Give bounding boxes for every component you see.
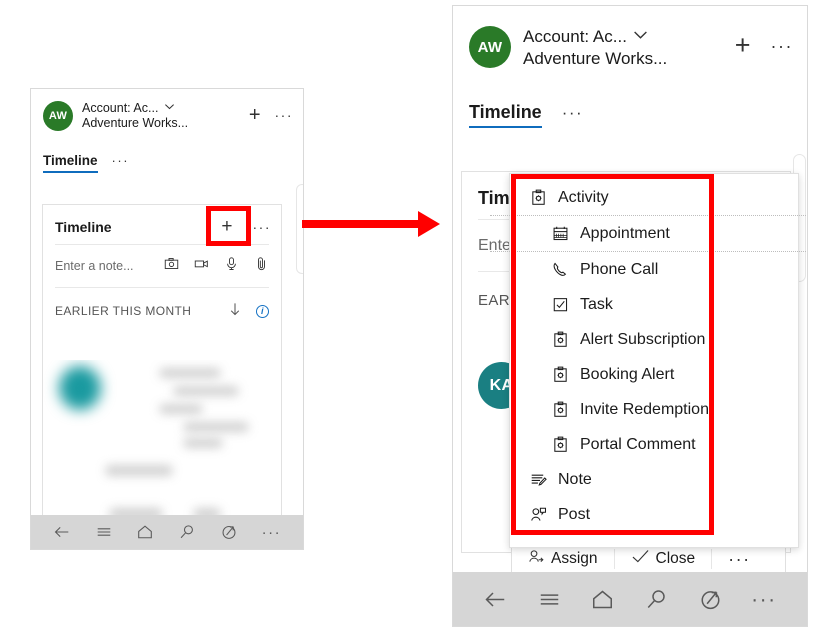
avatar-initials: AW: [477, 38, 503, 56]
timeline-section-header: EARLIER THIS MONTH i: [43, 288, 281, 330]
search-icon[interactable]: [644, 587, 669, 612]
tab-active-underline: [469, 126, 542, 128]
tab-overflow-button[interactable]: ···: [562, 104, 583, 121]
close-button[interactable]: Close: [615, 545, 712, 573]
avatar[interactable]: AW: [469, 26, 511, 68]
info-glyph: i: [261, 306, 264, 316]
home-icon[interactable]: [136, 523, 154, 541]
timeline-title: Timeline: [55, 218, 112, 235]
left-scroll-hint[interactable]: [296, 184, 303, 274]
screenshot-root: AW Account: Ac... Adventure Works... + ·…: [0, 0, 818, 632]
attach-icon[interactable]: [254, 256, 269, 276]
command-overflow-label: ···: [728, 549, 751, 569]
tab-overflow-button[interactable]: ···: [112, 154, 130, 167]
annotation-highlight-menu: [511, 174, 714, 535]
compass-icon[interactable]: [220, 523, 238, 541]
left-account-header: AW Account: Ac... Adventure Works... + ·…: [31, 89, 303, 131]
compass-icon[interactable]: [698, 587, 723, 612]
assign-person-icon: [528, 548, 545, 570]
assign-button[interactable]: Assign: [512, 545, 614, 573]
account-title-line1: Account: Ac...: [82, 101, 159, 115]
camera-icon[interactable]: [164, 256, 179, 276]
avatar[interactable]: AW: [43, 101, 73, 131]
left-phone-frame: AW Account: Ac... Adventure Works... + ·…: [30, 88, 304, 550]
tab-timeline[interactable]: Timeline: [43, 153, 98, 173]
info-icon[interactable]: i: [256, 304, 269, 318]
tab-timeline-label: Timeline: [43, 153, 98, 168]
chevron-down-icon[interactable]: [633, 26, 648, 48]
annotation-arrow-head: [418, 211, 440, 237]
right-tab-row: Timeline ···: [453, 70, 807, 128]
chevron-down-icon[interactable]: [164, 101, 175, 116]
menu-icon[interactable]: [95, 523, 113, 541]
header-overflow-button[interactable]: ···: [771, 37, 793, 55]
back-icon[interactable]: [483, 587, 508, 612]
right-nav-bar: ···: [453, 572, 807, 626]
tab-active-underline: [43, 171, 98, 173]
tab-timeline-label: Timeline: [469, 102, 542, 122]
back-icon[interactable]: [53, 523, 71, 541]
assign-label: Assign: [551, 550, 598, 567]
more-icon[interactable]: ···: [751, 589, 776, 610]
account-title-line2: Adventure Works...: [82, 116, 189, 130]
microphone-icon[interactable]: [224, 256, 239, 276]
menu-icon[interactable]: [537, 587, 562, 612]
left-timeline-card: Timeline + ··· Enter a note... EARLIER T…: [42, 204, 282, 549]
close-label: Close: [655, 550, 696, 567]
note-input-placeholder: Enter a note...: [55, 259, 134, 273]
arrow-down-icon[interactable]: [228, 302, 242, 320]
timeline-title: Tim: [478, 188, 510, 208]
add-button[interactable]: +: [249, 105, 261, 125]
right-account-header: AW Account: Ac... Adventure Works... + ·…: [453, 6, 807, 70]
search-icon[interactable]: [178, 523, 196, 541]
annotation-highlight-plus: [206, 206, 251, 246]
annotation-arrow-shaft: [302, 220, 420, 228]
timeline-overflow-button[interactable]: ···: [253, 220, 272, 234]
record-avatar-blur: [59, 366, 101, 410]
check-icon: [631, 548, 650, 570]
avatar-initials: AW: [48, 110, 68, 122]
header-overflow-button[interactable]: ···: [275, 108, 294, 122]
command-overflow-button[interactable]: ···: [712, 545, 766, 573]
right-command-bar: Assign Close ···: [511, 544, 786, 574]
section-label: EARLIER THIS MONTH: [55, 304, 192, 318]
video-icon[interactable]: [194, 256, 209, 276]
home-icon[interactable]: [590, 587, 615, 612]
note-input-row[interactable]: Enter a note...: [43, 245, 281, 287]
add-button[interactable]: +: [735, 32, 751, 59]
tab-timeline[interactable]: Timeline: [469, 102, 542, 128]
section-label: EAR: [478, 292, 511, 309]
account-title-line1: Account: Ac...: [523, 27, 627, 46]
account-title-line2: Adventure Works...: [523, 49, 668, 68]
more-icon[interactable]: ···: [262, 525, 282, 540]
left-nav-bar: ···: [31, 515, 303, 549]
left-tab-row: Timeline ···: [31, 131, 303, 173]
